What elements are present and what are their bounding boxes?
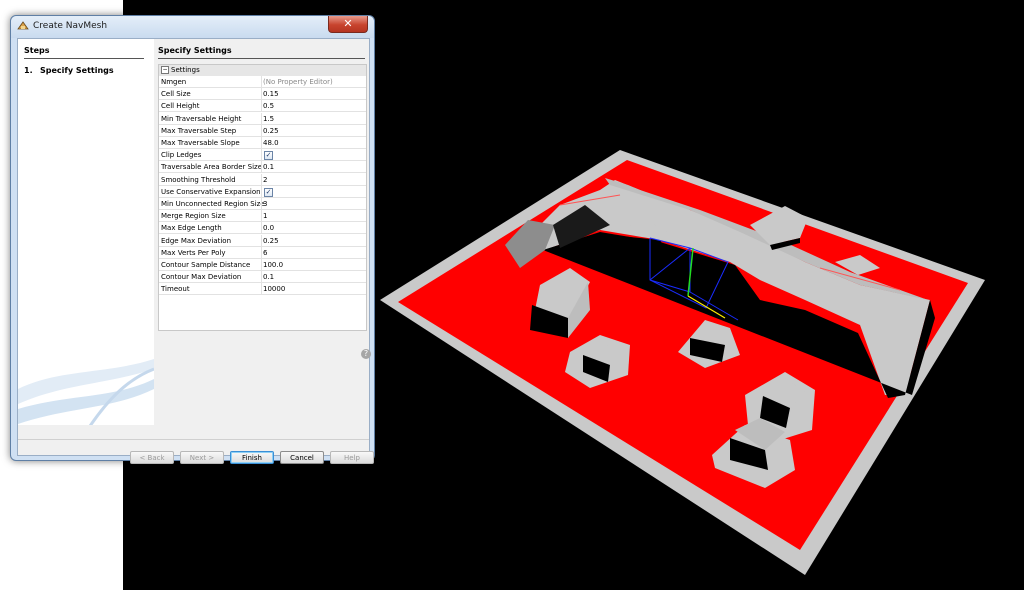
property-value[interactable]: 10000: [263, 283, 285, 295]
settings-divider: [158, 58, 365, 59]
property-row[interactable]: Min Unconnected Region Size 3: [159, 198, 366, 210]
property-value[interactable]: 0.1: [263, 161, 274, 173]
column-divider: [261, 210, 262, 223]
column-divider: [261, 124, 262, 137]
property-value[interactable]: 0.1: [263, 271, 274, 283]
property-name: Timeout: [161, 285, 190, 294]
property-value[interactable]: 2: [263, 174, 267, 186]
property-value[interactable]: 0.25: [263, 125, 279, 137]
property-name: Merge Region Size: [161, 212, 226, 221]
property-row[interactable]: Merge Region Size 1: [159, 210, 366, 223]
property-row[interactable]: Cell Size 0.15: [159, 88, 366, 101]
property-name: Min Unconnected Region Size: [161, 200, 265, 208]
finish-button[interactable]: Finish: [230, 451, 274, 464]
steps-divider: [24, 58, 144, 59]
property-row[interactable]: Contour Sample Distance 100.0: [159, 259, 366, 271]
property-name: Smoothing Threshold: [161, 175, 236, 184]
column-divider: [261, 76, 262, 88]
cancel-button[interactable]: Cancel: [280, 451, 324, 464]
property-name: Cell Height: [161, 102, 200, 111]
property-row[interactable]: Nmgen (No Property Editor): [159, 76, 366, 88]
property-checkbox[interactable]: ✓: [264, 151, 273, 161]
property-name: Max Traversable Slope: [161, 139, 240, 147]
step-label: Specify Settings: [40, 66, 114, 75]
property-row[interactable]: Cell Height 0.5: [159, 100, 366, 113]
column-divider: [261, 198, 262, 210]
button-bar-divider: [18, 439, 369, 440]
property-row[interactable]: Contour Max Deviation 0.1: [159, 271, 366, 284]
back-button[interactable]: < Back: [130, 451, 174, 464]
property-row[interactable]: Max Edge Length 0.0: [159, 222, 366, 235]
column-divider: [261, 88, 262, 101]
help-icon[interactable]: ?: [361, 349, 371, 359]
wizard-swoosh-graphic: [18, 359, 154, 425]
property-row[interactable]: Min Traversable Height 1.5: [159, 112, 366, 125]
group-label: Settings: [171, 66, 200, 74]
property-value[interactable]: 0.0: [263, 222, 274, 234]
step-item-specify-settings: 1. Specify Settings: [24, 66, 114, 75]
column-divider: [261, 137, 262, 149]
property-row[interactable]: Edge Max Deviation 0.25: [159, 234, 366, 247]
property-value[interactable]: 6: [263, 247, 267, 259]
column-divider: [261, 222, 262, 235]
step-number: 1.: [24, 66, 33, 75]
dialog-client-area: Steps 1. Specify Settings Specify Setting…: [17, 38, 374, 464]
column-divider: [261, 149, 262, 162]
property-checkbox[interactable]: ✓: [264, 187, 273, 197]
column-divider: [261, 246, 262, 259]
property-name: Use Conservative Expansion: [161, 187, 261, 196]
property-sheet[interactable]: − Settings Nmgen (No Property Editor) Cell …: [158, 64, 367, 331]
property-name: Cell Size: [161, 90, 191, 99]
settings-group-header[interactable]: − Settings: [159, 65, 366, 76]
property-value[interactable]: 100.0: [263, 259, 283, 271]
property-value[interactable]: (No Property Editor): [263, 76, 333, 88]
column-divider: [261, 271, 262, 284]
column-divider: [261, 173, 262, 186]
property-name: Edge Max Deviation: [161, 236, 232, 245]
settings-title: Specify Settings: [158, 46, 232, 55]
column-divider: [261, 283, 262, 296]
close-button[interactable]: ✕: [328, 16, 368, 33]
column-divider: [261, 234, 262, 247]
collapse-toggle[interactable]: −: [161, 66, 169, 74]
help-button[interactable]: Help: [330, 451, 374, 464]
column-divider: [261, 259, 262, 271]
property-value[interactable]: 1.5: [263, 113, 274, 125]
column-divider: [261, 185, 262, 198]
property-name: Contour Max Deviation: [161, 273, 242, 282]
property-name: Clip Ledges: [161, 151, 202, 160]
property-row[interactable]: Smoothing Threshold 2: [159, 173, 366, 186]
app-icon: [17, 21, 29, 30]
property-name: Max Verts Per Poly: [161, 248, 226, 257]
property-name: Nmgen: [161, 78, 187, 86]
next-button[interactable]: Next >: [180, 451, 224, 464]
property-name: Traversable Area Border Size: [161, 163, 262, 172]
column-divider: [261, 161, 262, 174]
property-value[interactable]: 48.0: [263, 137, 279, 149]
create-navmesh-dialog: Create NavMesh ✕ Steps 1. Specify Setting…: [10, 15, 375, 464]
steps-panel: Steps 1. Specify Settings: [18, 39, 154, 425]
window-title: Create NavMesh: [33, 21, 108, 31]
column-divider: [261, 100, 262, 113]
property-row[interactable]: Use Conservative Expansion ✓: [159, 185, 366, 198]
property-row[interactable]: Max Traversable Slope 48.0: [159, 137, 366, 149]
property-name: Max Traversable Step: [161, 126, 237, 135]
property-row[interactable]: Timeout 10000: [159, 283, 366, 296]
title-bar[interactable]: Create NavMesh ✕: [11, 16, 374, 38]
property-row[interactable]: Traversable Area Border Size 0.1: [159, 161, 366, 174]
steps-title: Steps: [24, 46, 50, 55]
property-value[interactable]: 0.25: [263, 235, 279, 247]
property-value[interactable]: 0.5: [263, 100, 274, 112]
property-row[interactable]: Clip Ledges ✓: [159, 149, 366, 162]
property-row[interactable]: Max Traversable Step 0.25: [159, 124, 366, 137]
column-divider: [261, 112, 262, 125]
property-name: Min Traversable Height: [161, 114, 242, 123]
property-value[interactable]: 3: [263, 198, 267, 210]
property-value[interactable]: 1: [263, 210, 267, 222]
property-row[interactable]: Max Verts Per Poly 6: [159, 246, 366, 259]
property-name: Contour Sample Distance: [161, 261, 251, 269]
property-value[interactable]: 0.15: [263, 88, 279, 100]
property-name: Max Edge Length: [161, 224, 222, 233]
